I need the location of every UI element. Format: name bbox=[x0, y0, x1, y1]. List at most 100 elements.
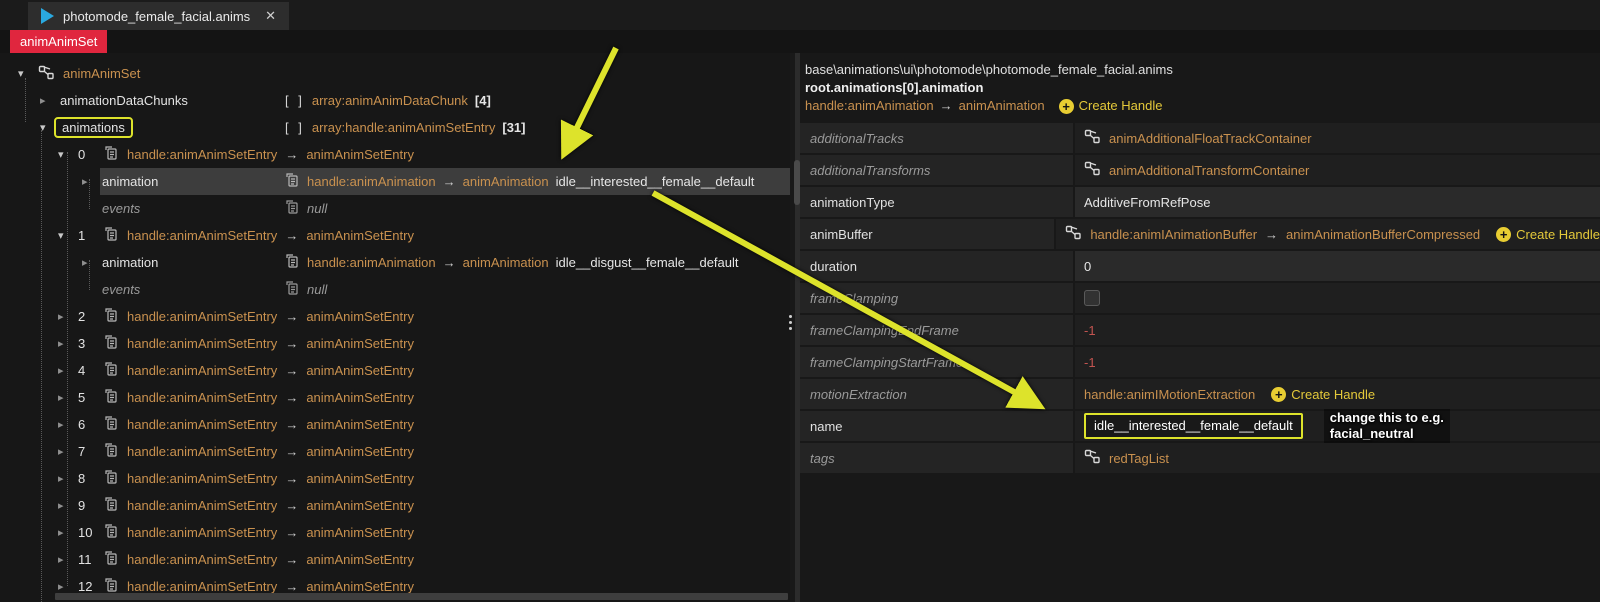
handle-icon bbox=[104, 334, 119, 353]
handle-icon bbox=[104, 469, 119, 488]
tree-row-entry-11[interactable]: ▸11handle:animAnimSetEntry→animAnimSetEn… bbox=[0, 546, 790, 573]
chevron-down-icon[interactable]: ▾ bbox=[58, 229, 70, 242]
tree-row-events-0[interactable]: events null bbox=[0, 195, 790, 222]
chevron-down-icon[interactable]: ▾ bbox=[18, 67, 30, 80]
tree-row-entry-7[interactable]: ▸7handle:animAnimSetEntry→animAnimSetEnt… bbox=[0, 438, 790, 465]
property-row-additionalTracks: additionalTracks animAdditionalFloatTrac… bbox=[800, 123, 1600, 153]
chevron-right-icon[interactable]: ▸ bbox=[58, 445, 70, 458]
tree-row-entry-10[interactable]: ▸10handle:animAnimSetEntry→animAnimSetEn… bbox=[0, 519, 790, 546]
arrow-glyph: → bbox=[285, 525, 298, 540]
property-row-frameClampingStartFrame: frameClampingStartFrame -1 bbox=[800, 347, 1600, 377]
tree-row-entry-0[interactable]: ▾ 0 handle:animAnimSetEntry → animAnimSe… bbox=[0, 141, 790, 168]
handle-icon bbox=[104, 226, 119, 245]
tree-row-entry-5[interactable]: ▸5handle:animAnimSetEntry→animAnimSetEnt… bbox=[0, 384, 790, 411]
chevron-right-icon[interactable]: ▸ bbox=[40, 94, 52, 107]
property-value[interactable]: -1 bbox=[1075, 347, 1600, 377]
handle-icon bbox=[104, 496, 119, 515]
horizontal-scrollbar[interactable] bbox=[55, 593, 788, 600]
handle-type: handle:animIMotionExtraction bbox=[1084, 387, 1255, 402]
document-tab[interactable]: photomode_female_facial.anims ✕ bbox=[28, 2, 289, 30]
array-icon: [ ] bbox=[285, 93, 305, 108]
arrow-glyph: → bbox=[1265, 227, 1278, 242]
property-value bbox=[1075, 283, 1600, 313]
array-count: [4] bbox=[475, 93, 491, 108]
arrow-glyph: → bbox=[285, 417, 298, 432]
property-value[interactable]: AdditiveFromRefPose bbox=[1075, 187, 1600, 217]
field-label: events bbox=[102, 201, 140, 216]
property-name: motionExtraction bbox=[800, 379, 1073, 409]
tree-row-root[interactable]: ▾ animAnimSet bbox=[0, 60, 790, 87]
property-name: frameClamping bbox=[800, 283, 1073, 313]
node-path: root.animations[0].animation bbox=[805, 79, 1173, 97]
arrow-glyph: → bbox=[940, 97, 953, 115]
arrow-glyph: → bbox=[285, 552, 298, 567]
chevron-right-icon[interactable]: ▸ bbox=[58, 472, 70, 485]
create-handle-button[interactable]: + Create Handle bbox=[1059, 97, 1163, 115]
annotation-line-1: change this to e.g. bbox=[1330, 410, 1444, 425]
property-row-frameClamping: frameClamping bbox=[800, 283, 1600, 313]
property-value[interactable]: animAdditionalTransformContainer bbox=[1075, 155, 1600, 185]
handle-icon bbox=[104, 550, 119, 569]
create-handle-button[interactable]: + Create Handle bbox=[1271, 387, 1375, 402]
tree-row-animationDataChunks[interactable]: ▸ animationDataChunks [ ] array:animAnim… bbox=[0, 87, 790, 114]
entry-index: 10 bbox=[78, 525, 96, 540]
chevron-right-icon[interactable]: ▸ bbox=[58, 364, 70, 377]
property-row-tags: tags redTagList bbox=[800, 443, 1600, 473]
create-handle-button[interactable]: + Create Handle bbox=[1496, 227, 1600, 242]
tree-row-entry-1[interactable]: ▾ 1 handle:animAnimSetEntry → animAnimSe… bbox=[0, 222, 790, 249]
property-value[interactable]: animAdditionalFloatTrackContainer bbox=[1075, 123, 1600, 153]
property-value[interactable]: -1 bbox=[1075, 315, 1600, 345]
property-value[interactable]: redTagList bbox=[1075, 443, 1600, 473]
chevron-right-icon[interactable]: ▸ bbox=[58, 580, 70, 593]
checkbox-unchecked[interactable] bbox=[1084, 290, 1100, 306]
property-value[interactable]: handle:animIMotionExtraction + Create Ha… bbox=[1075, 379, 1600, 409]
chunk-type-badge[interactable]: animAnimSet bbox=[10, 30, 107, 53]
tree-row-entry-4[interactable]: ▸4handle:animAnimSetEntry→animAnimSetEnt… bbox=[0, 357, 790, 384]
splitter-dots-icon[interactable] bbox=[789, 315, 792, 330]
field-label: animationDataChunks bbox=[60, 93, 188, 108]
chevron-right-icon[interactable]: ▸ bbox=[58, 499, 70, 512]
tree-row-entry-2[interactable]: ▸2handle:animAnimSetEntry→animAnimSetEnt… bbox=[0, 303, 790, 330]
field-label: animation bbox=[102, 255, 158, 270]
arrow-glyph: → bbox=[285, 228, 298, 243]
handle-icon bbox=[104, 307, 119, 326]
chevron-right-icon[interactable]: ▸ bbox=[58, 418, 70, 431]
chevron-right-icon[interactable]: ▸ bbox=[58, 310, 70, 323]
handle-type: handle:animAnimation bbox=[805, 97, 934, 115]
arrow-glyph: → bbox=[285, 579, 298, 594]
tree-row-events-1[interactable]: events null bbox=[0, 276, 790, 303]
tree-row-entry-8[interactable]: ▸8handle:animAnimSetEntry→animAnimSetEnt… bbox=[0, 465, 790, 492]
property-name: name bbox=[800, 411, 1073, 441]
tree-row-animation-1[interactable]: ▸ animation handle:animAnimation → animA… bbox=[0, 249, 790, 276]
chevron-right-icon[interactable]: ▸ bbox=[82, 256, 94, 269]
chevron-right-icon[interactable]: ▸ bbox=[82, 175, 94, 188]
class-type: animAnimSetEntry bbox=[306, 363, 414, 378]
chevron-right-icon[interactable]: ▸ bbox=[58, 526, 70, 539]
tree-row-entry-3[interactable]: ▸3handle:animAnimSetEntry→animAnimSetEnt… bbox=[0, 330, 790, 357]
class-type: animAnimSetEntry bbox=[306, 498, 414, 513]
entry-index: 3 bbox=[78, 336, 96, 351]
property-value[interactable]: 0 bbox=[1075, 251, 1600, 281]
array-count: [31] bbox=[502, 120, 525, 135]
tree-row-animations[interactable]: ▾ animations [ ] array:handle:animAnimSe… bbox=[0, 114, 790, 141]
chevron-right-icon[interactable]: ▸ bbox=[58, 337, 70, 350]
property-value[interactable]: handle:animIAnimationBuffer → animAnimat… bbox=[1056, 219, 1600, 249]
create-handle-label: Create Handle bbox=[1516, 227, 1600, 242]
tree-row-animation-0[interactable]: ▸ animation handle:animAnimation → animA… bbox=[0, 168, 790, 195]
chevron-right-icon[interactable]: ▸ bbox=[58, 391, 70, 404]
value-number: -1 bbox=[1084, 355, 1096, 370]
chevron-down-icon[interactable]: ▾ bbox=[58, 148, 70, 161]
value-class: animAdditionalFloatTrackContainer bbox=[1109, 131, 1312, 146]
handle-type: handle:animAnimSetEntry bbox=[127, 471, 277, 486]
tree-row-entry-9[interactable]: ▸9handle:animAnimSetEntry→animAnimSetEnt… bbox=[0, 492, 790, 519]
panel-splitter[interactable] bbox=[790, 53, 800, 602]
class-type: animAnimation bbox=[463, 174, 549, 189]
property-name: frameClampingStartFrame bbox=[800, 347, 1073, 377]
close-icon[interactable]: ✕ bbox=[265, 8, 276, 24]
class-type: animAnimSetEntry bbox=[306, 525, 414, 540]
property-row-frameClampingEndFrame: frameClampingEndFrame -1 bbox=[800, 315, 1600, 345]
chevron-down-icon[interactable]: ▾ bbox=[40, 121, 52, 134]
chevron-right-icon[interactable]: ▸ bbox=[58, 553, 70, 566]
tree-row-entry-6[interactable]: ▸6handle:animAnimSetEntry→animAnimSetEnt… bbox=[0, 411, 790, 438]
name-input[interactable]: idle__interested__female__default bbox=[1084, 413, 1303, 439]
